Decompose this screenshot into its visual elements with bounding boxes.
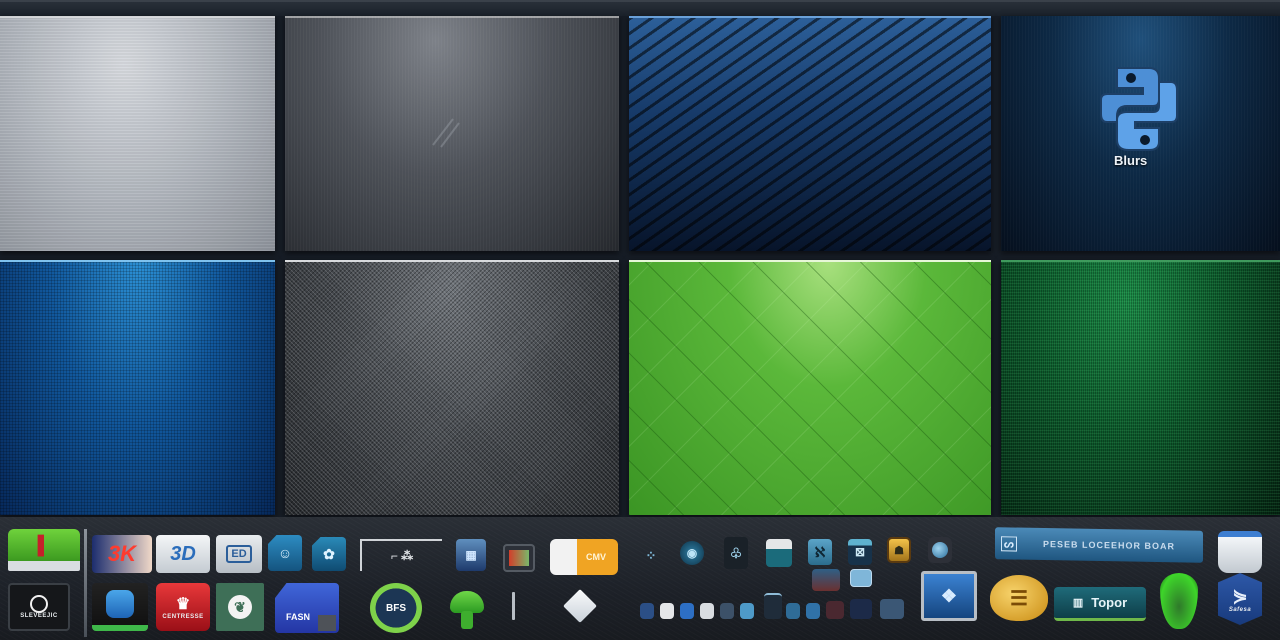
image-app-icon-1[interactable]: ▦ (456, 539, 486, 571)
blue-hexagon-icon[interactable]: ⋟ Safesa (1218, 573, 1262, 625)
mini-thumbnail[interactable] (700, 603, 714, 619)
python-blurs-tile[interactable]: Blurs (1001, 16, 1280, 251)
mini-thumbnails-group (640, 569, 910, 629)
photo-app-icon[interactable] (503, 544, 535, 572)
banner-app[interactable]: ᔕ PESEB LOCEEHOR BOAR (995, 527, 1203, 563)
mini-thumbnail[interactable] (812, 569, 840, 591)
pattern-app-icon-1[interactable]: ℵ (808, 539, 832, 565)
globe-app-icon[interactable] (928, 537, 952, 563)
green-drop-icon[interactable] (1160, 573, 1198, 629)
mini-thumbnail[interactable] (786, 603, 800, 619)
mini-thumbnail[interactable] (880, 599, 904, 619)
python-logo-icon (1100, 67, 1178, 151)
blue-shield-app-icon[interactable] (92, 583, 148, 631)
mini-thumbnail[interactable] (850, 599, 872, 619)
brushed-silver-texture-tile[interactable] (0, 16, 275, 251)
bag-app-icon[interactable]: CMV (550, 539, 618, 575)
blue-dual-app-icon[interactable]: FASN (275, 583, 339, 633)
graphite-texture-tile[interactable] (285, 16, 619, 251)
eye-app-icon[interactable]: ◉ (680, 541, 704, 565)
frame-tool-icon[interactable]: ⌐ ⁂ (360, 539, 442, 571)
blue-badge-icon-2[interactable]: ✿ (312, 537, 346, 571)
mini-thumbnail[interactable] (826, 601, 844, 619)
pattern-app-icon-2[interactable]: ⊠ (848, 539, 872, 565)
tile-label: Blurs (1114, 153, 1148, 168)
green-leaf-app-icon[interactable]: ❦ (216, 583, 264, 631)
small-icon-1[interactable]: ⁘ (640, 545, 662, 567)
mini-thumbnail[interactable] (680, 603, 694, 619)
carbon-fiber-texture-tile[interactable] (285, 260, 619, 515)
dock-separator (84, 529, 87, 637)
mini-thumbnail[interactable] (720, 603, 734, 619)
red-app-icon[interactable]: ♛ CENTRESSE (156, 583, 210, 631)
gold-app-icon[interactable]: ☗ (887, 537, 911, 563)
desktop-monitor-icon[interactable]: ❖ (921, 571, 977, 621)
green-ring-app-icon[interactable]: BFS (370, 583, 422, 633)
mini-thumbnail[interactable] (850, 569, 872, 587)
blue-badge-icon-1[interactable]: ☺ (268, 535, 302, 571)
gold-coil-icon[interactable]: ☰ (990, 575, 1048, 621)
mini-thumbnail[interactable] (764, 593, 782, 619)
printer-app-icon[interactable] (1218, 531, 1262, 573)
tree-app-icon[interactable]: ♧ (724, 537, 748, 569)
blue-mesh-texture-tile[interactable] (0, 260, 275, 515)
top-strip (0, 0, 1280, 16)
green-app-icon[interactable]: ▌ (8, 529, 80, 571)
blue-diagonal-stripe-texture-tile[interactable] (629, 16, 991, 251)
mini-thumbnail[interactable] (640, 603, 654, 619)
black-app-icon[interactable]: SLEVEEJIC (8, 583, 70, 631)
green-scale-texture-tile[interactable] (629, 260, 991, 515)
topor-app[interactable]: ▥ Topor (1054, 587, 1146, 621)
mini-thumbnail[interactable] (806, 603, 820, 619)
faint-slash-icon (432, 118, 460, 148)
diamond-app-icon[interactable] (563, 589, 597, 623)
icon-dock: ▌ 3K 3D ED ☺ ✿ ⌐ ⁂ ▦ CMV ⁘ ◉ ♧ ℵ ⊠ ☗ ᔕ P… (0, 517, 1280, 640)
mini-thumbnail[interactable] (740, 603, 754, 619)
mini-thumbnail[interactable] (660, 603, 674, 619)
separator-line (512, 592, 515, 620)
green-mushroom-app-icon[interactable] (449, 589, 485, 629)
green-noise-texture-tile[interactable] (1001, 260, 1280, 515)
monitor-app-icon[interactable]: ED (216, 535, 262, 573)
panel-app-icon[interactable] (766, 539, 792, 567)
3k-app-icon[interactable]: 3K (92, 535, 152, 573)
3d-app-icon[interactable]: 3D (156, 535, 210, 573)
